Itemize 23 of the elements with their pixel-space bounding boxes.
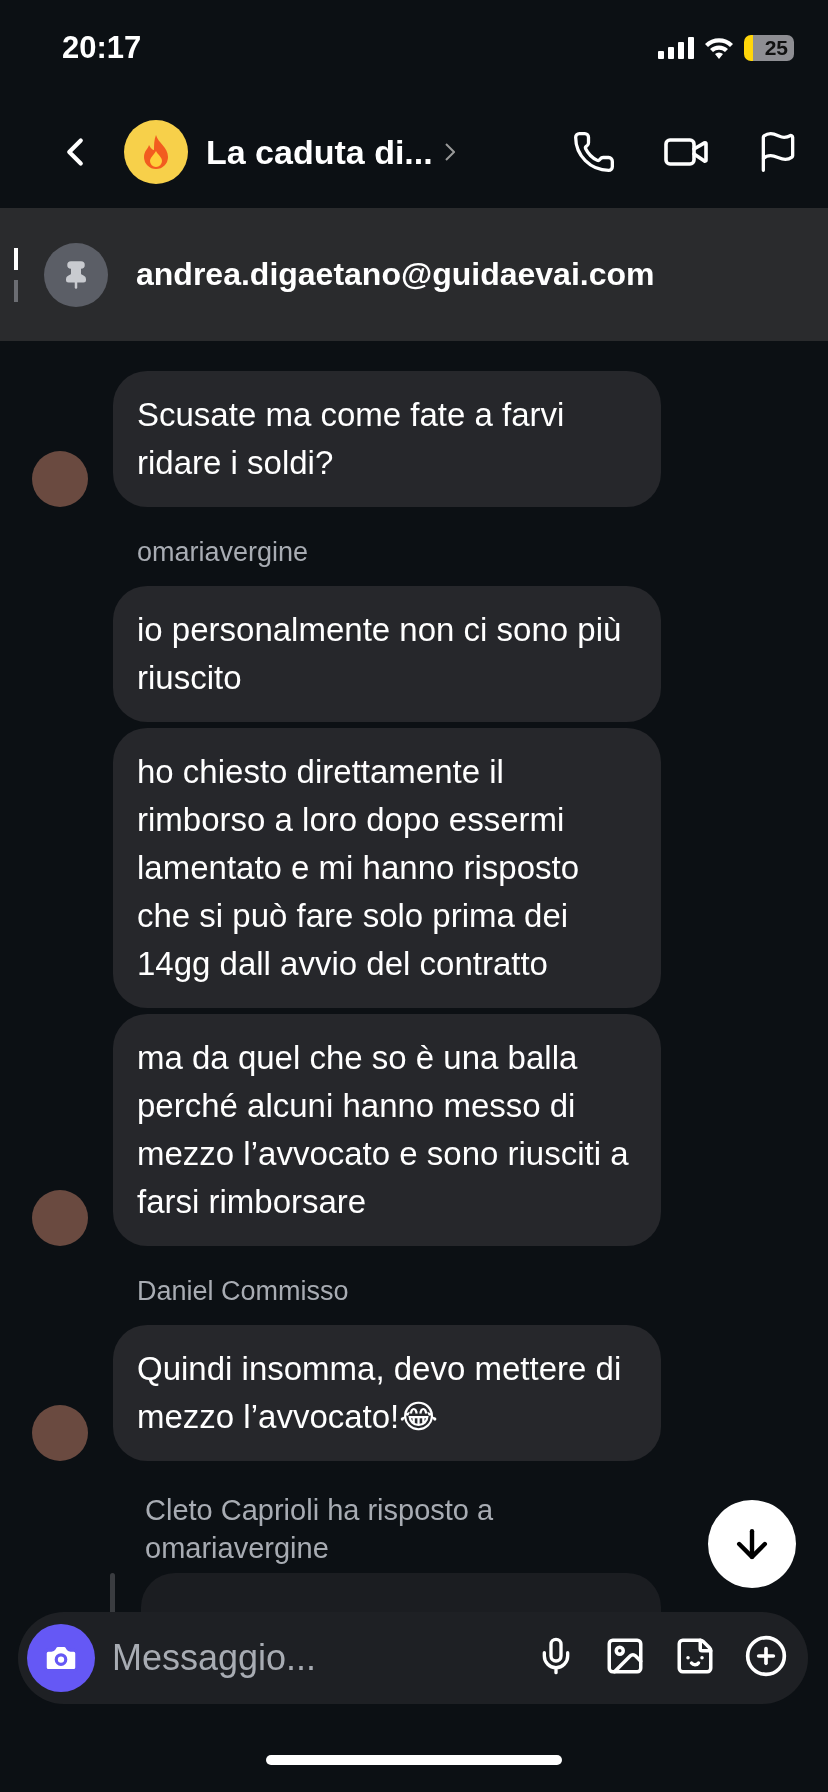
status-time: 20:17 xyxy=(62,30,142,66)
sender-name: Daniel Commisso xyxy=(137,1276,350,1307)
signal-icon xyxy=(658,37,694,59)
message-bubble: Quindi insomma, devo mettere di mezzo l’avvocato!😂 xyxy=(113,1325,661,1461)
chevron-icon xyxy=(444,143,455,161)
message-bubble: ma da quel che so è una balla perché alcuni hanno messo di mezzo l’avvocato e sono riusciti a farsi rimborsare xyxy=(113,1014,661,1246)
phone-button[interactable] xyxy=(572,130,616,174)
chat-title[interactable]: La caduta di... xyxy=(206,132,433,172)
phone-icon xyxy=(572,130,616,174)
reply-caption: Cleto Caprioli ha risposto a omariavergine xyxy=(145,1493,495,1566)
message-bubble: Scusate ma come fate a farvi ridare i soldi? xyxy=(113,371,661,507)
message-input[interactable]: Messaggio... xyxy=(18,1612,808,1704)
add-button[interactable] xyxy=(744,1634,788,1678)
message-bubble: ho chiesto direttamente il rimborso a loro dopo essermi lamentato e mi hanno risposto che si può fare solo prima dei 14gg dall avvio del contratto xyxy=(113,728,661,1008)
sender-name: omariavergine xyxy=(137,537,310,568)
plus-icon xyxy=(744,1634,788,1678)
battery-icon: 25 xyxy=(744,35,794,61)
avatar xyxy=(32,1405,88,1461)
pinned-message[interactable]: andrea.digaetano@guidaevai.com xyxy=(136,256,655,293)
wifi-icon xyxy=(704,37,734,59)
avatar xyxy=(32,1190,88,1246)
message-bubble: io personalmente non ci sono più riuscito xyxy=(113,586,661,722)
avatar xyxy=(32,451,88,507)
